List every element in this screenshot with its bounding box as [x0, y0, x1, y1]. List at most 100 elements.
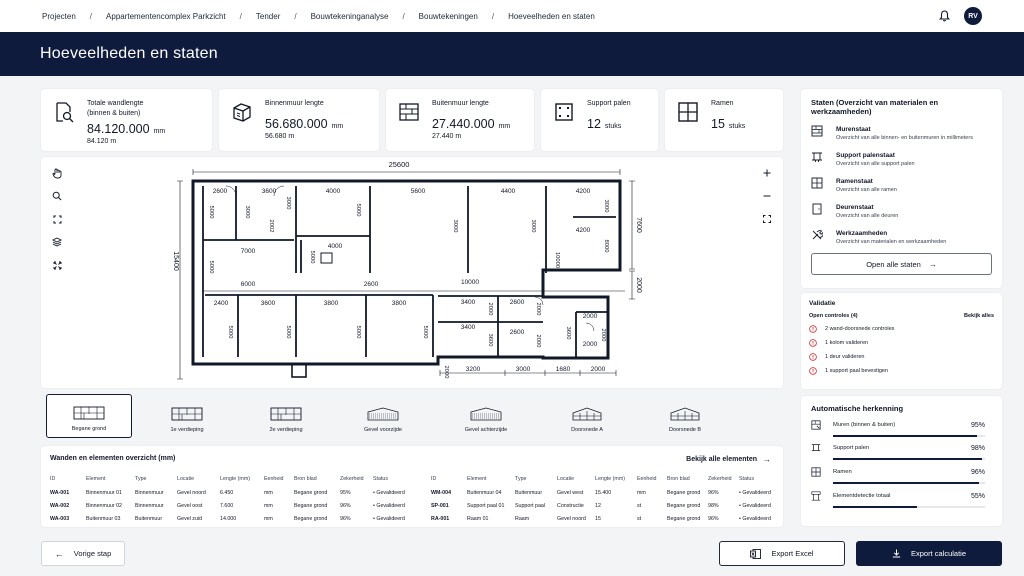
- stat-value: 56.680.000 mm: [265, 117, 343, 131]
- state-item[interactable]: Ramenstaat Overzicht van alle ramen: [811, 177, 992, 194]
- dim-label: 3400: [461, 324, 476, 331]
- recognition-item: Support palen 98%: [811, 443, 985, 461]
- validation-item[interactable]: 1 deur valideren: [809, 353, 994, 361]
- state-item[interactable]: Support palenstaat Overzicht van alle sup…: [811, 151, 992, 168]
- table-cell: Binnenmuur 02: [86, 502, 122, 509]
- support-icon: [811, 444, 821, 451]
- view-all-elements-link[interactable]: Bekijk alle elementen →: [686, 455, 771, 464]
- stat-number: 12: [587, 117, 601, 131]
- state-item-title: Support palenstaat: [836, 152, 895, 159]
- dim-label: 4000: [328, 243, 343, 250]
- floor-thumbnail-label: Begane grond: [71, 426, 107, 432]
- validation-item[interactable]: 1 kolom valideren: [809, 339, 994, 347]
- stat-unit: stuks: [604, 123, 622, 130]
- state-item[interactable]: Werkzaamheden Overzicht van materialen en…: [811, 229, 992, 246]
- state-item-desc: Overzicht van materialen en werkzaamhede…: [836, 239, 947, 245]
- dim-label: 5000: [208, 261, 214, 274]
- floor-thumbnail[interactable]: Doorsnede A: [545, 394, 629, 438]
- recognition-percent: 95%: [970, 421, 985, 429]
- stat-card-support: Support palen 12 stuks: [541, 89, 658, 151]
- floor-thumbnail[interactable]: Begane grond: [46, 394, 132, 438]
- table-cell: mm: [264, 515, 273, 522]
- dim-label: 3600: [261, 300, 276, 307]
- table-header-cell: Element: [86, 476, 106, 482]
- state-item-title: Murenstaat: [836, 126, 871, 133]
- floor-thumbnail[interactable]: 2e verdieping: [243, 394, 329, 438]
- dim-label: 2000: [600, 329, 606, 342]
- table-row[interactable]: RA-001 Raam 01 Raam Gevel noord 15 st Begane g…: [431, 512, 771, 525]
- stat-number: 56.680.000: [265, 117, 328, 131]
- dim-label: 2600: [510, 329, 525, 336]
- table-row[interactable]: SP-001 Support paal 01 Support paal Constru…: [431, 499, 771, 512]
- search-plan-icon: [56, 102, 74, 123]
- page-title: Hoeveelheden en staten: [40, 45, 218, 62]
- open-all-states-button[interactable]: Open alle staten →: [811, 253, 992, 275]
- table-title: Wanden en elementen overzicht (mm): [50, 455, 176, 462]
- pillar-icon: [555, 103, 573, 121]
- table-header-cell: Locatie: [557, 476, 575, 482]
- recognition-label: Ramen: [833, 469, 852, 475]
- floor-thumbnail[interactable]: Doorsnede B: [643, 394, 727, 438]
- export-excel-button[interactable]: Export Excel: [719, 541, 845, 566]
- dim-label: 2000: [583, 313, 598, 320]
- table-cell: 15.400: [595, 489, 612, 496]
- state-item[interactable]: Murenstaat Overzicht van alle binnen- en …: [811, 125, 992, 142]
- table-row[interactable]: WA-003 Buitenmuur 03 Buitenmuur Gevel zuid 1…: [50, 512, 415, 525]
- table-cell: Begane grond: [667, 489, 701, 496]
- table-cell: Gevel zuid: [177, 515, 203, 522]
- recognition-item: Ramen 96%: [811, 467, 985, 485]
- table-cell: Begane grond: [667, 515, 701, 522]
- previous-step-button[interactable]: ← Vorige stap: [41, 541, 125, 566]
- table-cell: • Gevalideerd: [739, 515, 771, 522]
- recognition-percent: 96%: [970, 468, 985, 476]
- dim-label: 2600: [510, 299, 525, 306]
- table-row[interactable]: WA-002 Binnenmuur 02 Binnenmuur Gevel oost 7…: [50, 499, 415, 512]
- top-bar: Projecten / Appartementencomplex Parkzich…: [0, 0, 1024, 32]
- table-cell: RA-001: [431, 515, 450, 522]
- view-all-validation-link[interactable]: Bekijk alles: [964, 313, 994, 319]
- stat-card-outer-wall: Buitenmuur lengte 27.440.000 mm 27.440 m: [386, 89, 534, 151]
- breadcrumb-tender[interactable]: Tender: [256, 12, 280, 21]
- bell-icon[interactable]: [939, 10, 950, 22]
- dim-label: 4200: [576, 188, 591, 195]
- state-item-desc: Overzicht van alle support palen: [836, 161, 915, 167]
- validation-item[interactable]: 2 wand-doorsnede controles: [809, 325, 994, 333]
- dim-label: 5600: [411, 188, 426, 195]
- recognition-progress-fill: [833, 506, 917, 508]
- export-calculation-button[interactable]: Export calculatie: [856, 541, 1002, 566]
- dim-label: 3600: [487, 334, 493, 347]
- window-icon: [678, 102, 698, 122]
- breadcrumb-projecten[interactable]: Projecten: [42, 12, 76, 21]
- dim-label: 4400: [501, 188, 516, 195]
- table-cell: mm: [637, 489, 646, 496]
- stat-value: 15 stuks: [711, 117, 745, 131]
- breadcrumb-analyse[interactable]: Bouwtekeninganalyse: [311, 12, 389, 21]
- avatar[interactable]: RV: [964, 7, 982, 25]
- dim-label: 5000: [355, 326, 361, 339]
- validation-item[interactable]: 1 support paal bevestigen: [809, 367, 994, 375]
- breadcrumb-project[interactable]: Appartementencomplex Parkzicht: [106, 12, 226, 21]
- table-row[interactable]: WM-004 Buitenmuur 04 Buitenmuur Gevel west 1…: [431, 486, 771, 499]
- recognition-progress-fill: [833, 482, 979, 484]
- dim-right-bottom: 2000: [635, 277, 642, 293]
- dim-label: 2000: [535, 335, 541, 348]
- floor-thumbnail[interactable]: Gevel voorzijde: [341, 394, 425, 438]
- table-row[interactable]: WA-001 Binnenmuur 01 Binnenmuur Gevel noord…: [50, 486, 415, 499]
- stat-value: 84.120.000 mm: [87, 122, 165, 136]
- stat-unit: mm: [153, 128, 166, 135]
- facade-drawing-icon: [367, 407, 399, 421]
- breadcrumb-bouwtekeningen[interactable]: Bouwtekeningen: [419, 12, 478, 21]
- floor-plan-drawing[interactable]: 25600 2600 3600 4000 5600 4400 4200 4200…: [41, 157, 783, 388]
- table-cell: Binnenmuur: [135, 489, 164, 496]
- floor-thumbnail[interactable]: Gevel achterzijde: [437, 394, 535, 438]
- table-cell: Begane grond: [294, 489, 328, 496]
- stat-unit: mm: [331, 123, 344, 130]
- state-item[interactable]: Deurenstaat Overzicht van alle deuren: [811, 203, 992, 220]
- recognition-label: Elementdetectie totaal: [833, 493, 891, 499]
- dim-label: 5000: [422, 326, 428, 339]
- state-item-title: Ramenstaat: [836, 178, 873, 185]
- recognition-label: Support palen: [833, 445, 870, 451]
- floor-thumbnail[interactable]: 1e verdieping: [145, 394, 229, 438]
- table-cell: Gevel noord: [177, 489, 206, 496]
- warning-circle-icon: [809, 325, 817, 333]
